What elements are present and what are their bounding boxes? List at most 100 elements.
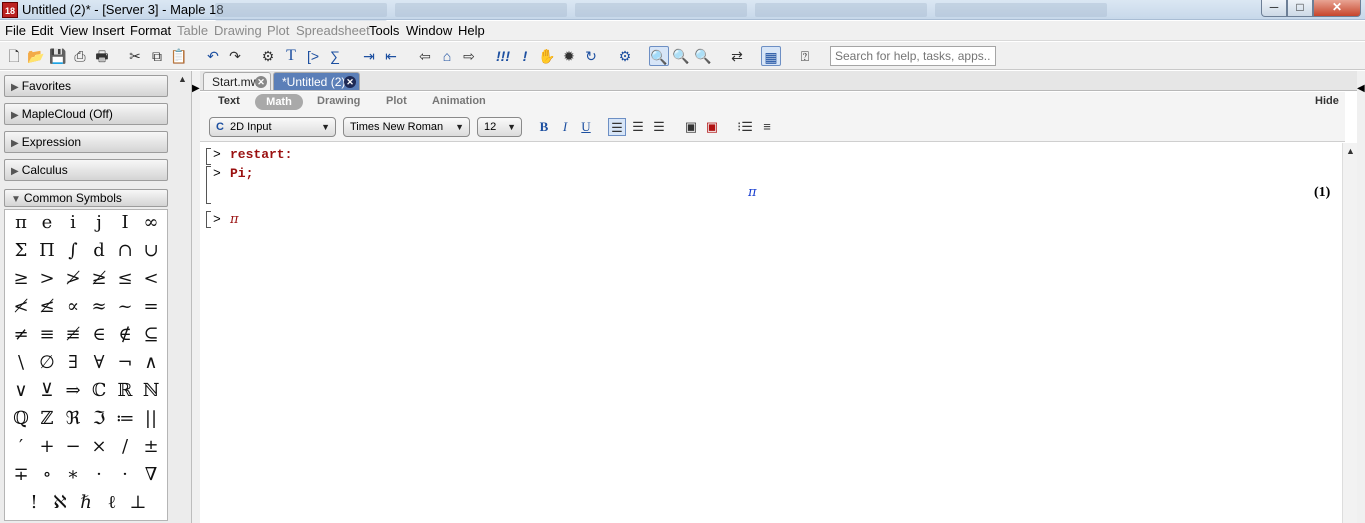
current-input-line[interactable]: π [230,212,239,227]
symbol-palette-item[interactable]: i [60,210,86,236]
symbol-palette-item[interactable]: ′ [8,434,34,460]
symbol-palette-item[interactable]: > [34,266,60,292]
forward-arrow-icon[interactable]: ⇨ [459,46,479,66]
palette-maplecloud[interactable]: ▶ MapleCloud (Off) [4,103,168,125]
menu-spreadsheet[interactable]: Spreadsheet [296,23,370,38]
palette-favorites[interactable]: ▶ Favorites [4,75,168,97]
cut-icon[interactable]: ✂ [125,46,145,66]
symbol-palette-item[interactable]: ⇒ [60,378,86,404]
symbol-palette-item[interactable]: ∝ [60,294,86,320]
symbol-palette-item[interactable]: ∪ [138,238,164,264]
symbol-palette-item[interactable]: ∫ [60,238,86,264]
symbol-palette-item[interactable]: ⊥ [125,490,151,516]
symbol-palette-item[interactable]: d [86,238,112,264]
execution-group-bracket[interactable] [206,211,211,228]
text-color-icon[interactable]: ▣ [682,118,700,136]
symbol-palette-item[interactable]: ~ [112,294,138,320]
symbol-palette-item[interactable]: ∀ [86,350,112,376]
menu-window[interactable]: Window [406,23,452,38]
symbol-palette-item[interactable]: ≰ [34,294,60,320]
symbol-palette-item[interactable]: ℵ [47,490,73,516]
close-tab-icon[interactable]: ✕ [344,76,356,88]
symbol-palette-item[interactable]: − [60,434,86,460]
menu-format[interactable]: Format [130,23,171,38]
menu-drawing[interactable]: Drawing [214,23,262,38]
symbol-palette-item[interactable]: π [8,210,34,236]
palette-scrollbar[interactable]: ▲ [176,71,190,523]
align-left-icon[interactable]: ☰ [608,118,626,136]
symbol-palette-item[interactable]: ℕ [138,378,164,404]
mode-math-button[interactable]: Math [255,94,303,110]
help-icon[interactable]: ⍰ [795,46,815,66]
symbol-palette-item[interactable]: ≡ [34,322,60,348]
symbol-palette-item[interactable]: ≤ [112,266,138,292]
symbol-palette-item[interactable]: ℜ [60,406,86,432]
symbol-palette-item[interactable]: ℚ [8,406,34,432]
underline-button[interactable]: U [577,118,595,136]
symbol-palette-item[interactable]: = [138,294,164,320]
palette-common-symbols[interactable]: ▼ Common Symbols [4,189,168,207]
menu-plot[interactable]: Plot [267,23,289,38]
symbol-palette-item[interactable]: \ [8,350,34,376]
symbol-palette-item[interactable]: || [138,406,164,432]
insert-prompt-icon[interactable]: [> [303,46,323,66]
input-line-restart[interactable]: restart: [230,147,292,162]
collapse-palette-icon[interactable]: ▶ [192,83,200,94]
symbol-palette-item[interactable]: ∃ [60,350,86,376]
symbol-palette-item[interactable]: ∅ [34,350,60,376]
highlight-color-icon[interactable]: ▣ [703,118,721,136]
palette-calculus[interactable]: ▶ Calculus [4,159,168,181]
right-panel-strip[interactable]: ◀ [1357,71,1365,523]
menu-tools[interactable]: Tools [369,23,399,38]
symbol-palette-item[interactable]: ∨ [8,378,34,404]
paste-icon[interactable]: 📋 [169,46,189,66]
menu-edit[interactable]: Edit [31,23,53,38]
indent-icon[interactable]: ⇥ [359,46,379,66]
symbol-palette-item[interactable]: I [112,210,138,236]
new-document-icon[interactable]: 🗋 [4,46,24,66]
close-tab-icon[interactable]: ✕ [255,76,267,88]
hide-context-bar-button[interactable]: Hide [1315,95,1339,107]
execution-group-bracket[interactable] [206,166,211,204]
align-center-icon[interactable]: ☰ [629,118,647,136]
undo-icon[interactable]: ↶ [203,46,223,66]
symbol-palette-item[interactable]: ∇ [138,462,164,488]
symbol-palette-item[interactable]: ± [138,434,164,460]
align-right-icon[interactable]: ☰ [650,118,668,136]
symbol-palette-item[interactable]: ∓ [8,462,34,488]
symbol-palette-item[interactable]: j [86,210,112,236]
symbol-palette-item[interactable]: ≔ [112,406,138,432]
restart-server-icon[interactable]: ↻ [581,46,601,66]
copy-icon[interactable]: ⧉ [147,46,167,66]
scroll-up-icon[interactable]: ▲ [1346,146,1355,156]
debug-icon[interactable]: ✹ [559,46,579,66]
symbol-palette-item[interactable]: Σ [8,238,34,264]
insert-text-icon[interactable]: T [281,46,301,66]
symbol-palette-item[interactable]: Π [34,238,60,264]
symbol-palette-item[interactable]: ≯ [60,266,86,292]
symbol-palette-item[interactable]: / [112,434,138,460]
symbol-palette-item[interactable]: ≥ [8,266,34,292]
zoom-200-icon[interactable]: 🔍 [693,46,713,66]
redo-icon[interactable]: ↷ [225,46,245,66]
symbol-palette-item[interactable]: + [34,434,60,460]
symbol-palette-item[interactable]: ∉ [112,322,138,348]
mode-animation-button[interactable]: Animation [432,95,486,107]
open-folder-icon[interactable]: 📂 [26,46,46,66]
symbol-palette-item[interactable]: · [86,462,112,488]
symbol-palette-item[interactable]: ¬ [112,350,138,376]
zoom-150-icon[interactable]: 🔍 [671,46,691,66]
symbol-palette-item[interactable]: ! [21,490,47,516]
symbol-palette-item[interactable]: < [138,266,164,292]
symbol-palette-item[interactable]: ℝ [112,378,138,404]
settings-gear-icon[interactable]: ⚙ [615,46,635,66]
show-palettes-icon[interactable]: ▦ [761,46,781,66]
mode-text-button[interactable]: Text [218,95,240,107]
symbol-palette-item[interactable]: ≢ [60,322,86,348]
maple-app-icon[interactable]: 18 [2,2,18,18]
expand-right-panel-icon[interactable]: ◀ [1357,83,1365,94]
palette-expression[interactable]: ▶ Expression [4,131,168,153]
input-line-pi[interactable]: Pi; [230,166,253,181]
bullet-list-icon[interactable]: ⁝☰ [736,118,754,136]
numbered-list-icon[interactable]: ≡ [758,118,776,136]
